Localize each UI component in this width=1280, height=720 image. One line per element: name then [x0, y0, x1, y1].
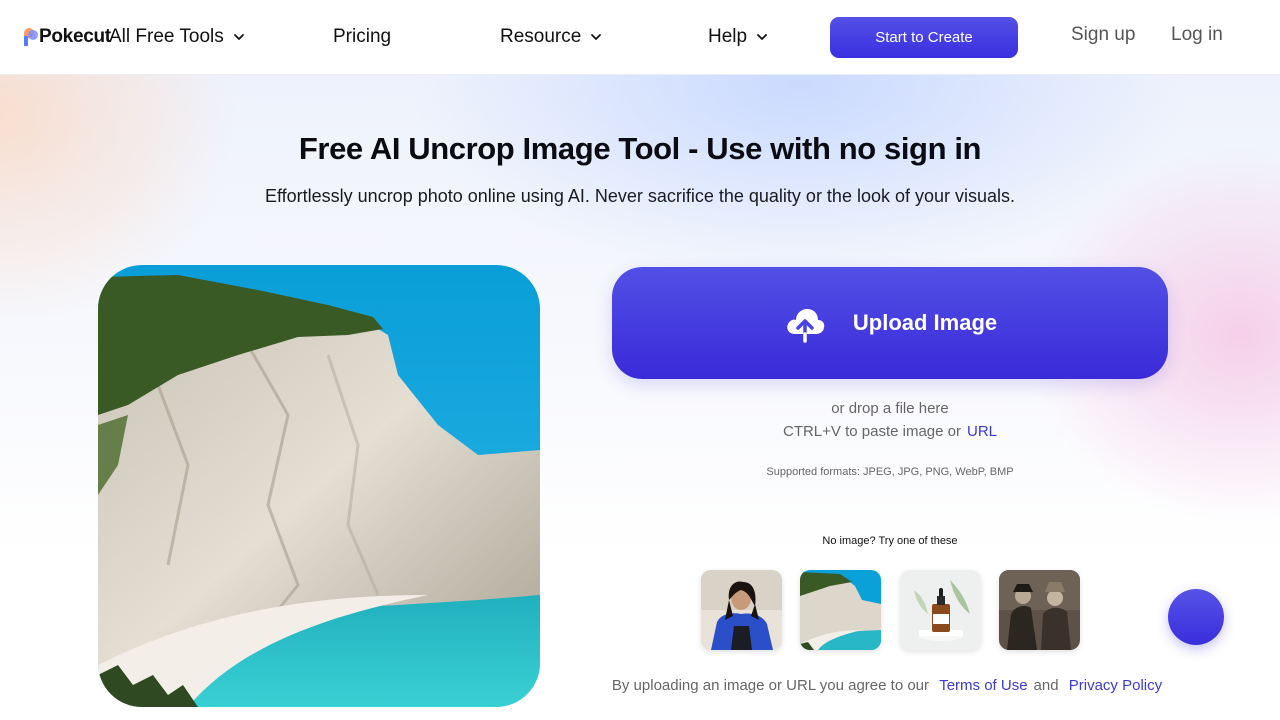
logo-mark-icon: [24, 28, 38, 46]
chevron-down-icon: [591, 34, 602, 40]
paste-hint-text: CTRL+V to paste image or: [782, 423, 961, 440]
cloud-upload-icon: [787, 309, 825, 343]
terms-prefix: By uploading an image or URL you agree t…: [611, 677, 930, 694]
logo-text: Pokecut: [39, 26, 111, 47]
paste-hint: CTRL+V to paste image or URL: [612, 423, 1168, 440]
nav-resource[interactable]: Resource: [500, 24, 603, 50]
page-subtitle: Effortlessly uncrop photo online using A…: [264, 186, 1016, 206]
page-title: Free AI Uncrop Image Tool - Use with no …: [298, 131, 982, 166]
upload-image-button[interactable]: Upload Image: [612, 267, 1168, 379]
nav-all-free-tools-label: All Free Tools: [109, 26, 224, 47]
sample-image-woman[interactable]: [701, 570, 782, 650]
log-in-link[interactable]: Log in: [1171, 24, 1223, 46]
terms-notice: By uploading an image or URL you agree t…: [600, 677, 1180, 694]
top-navbar: Pokecut All Free Tools Pricing Resource …: [0, 0, 1280, 75]
chevron-down-icon: [233, 34, 244, 40]
start-to-create-button[interactable]: Start to Create: [830, 17, 1018, 58]
example-beach-cliff-image: [98, 265, 540, 707]
nav-help[interactable]: Help: [708, 24, 769, 50]
try-samples-text: No image? Try one of these: [822, 535, 958, 547]
nav-pricing-label: Pricing: [333, 26, 392, 47]
sample-image-product-bottle[interactable]: [900, 570, 981, 650]
sign-up-link[interactable]: Sign up: [1071, 24, 1135, 46]
supported-formats-text: Supported formats: JPEG, JPG, PNG, WebP,…: [766, 466, 1014, 478]
upload-image-label: Upload Image: [852, 310, 998, 335]
privacy-policy-link[interactable]: Privacy Policy: [1069, 677, 1162, 694]
nav-help-label: Help: [708, 26, 748, 47]
chevron-down-icon: [757, 34, 767, 40]
sample-image-vintage-photo[interactable]: [999, 570, 1080, 650]
terms-of-use-link[interactable]: Terms of Use: [939, 677, 1027, 694]
terms-and: and: [1033, 677, 1059, 694]
nav-resource-label: Resource: [500, 26, 582, 47]
sample-image-beach[interactable]: [800, 570, 881, 650]
url-link[interactable]: URL: [967, 423, 997, 440]
pokecut-logo[interactable]: Pokecut: [24, 26, 111, 48]
drop-file-hint: or drop a file here: [831, 400, 949, 417]
nav-pricing[interactable]: Pricing: [333, 24, 391, 50]
nav-all-free-tools[interactable]: All Free Tools: [109, 24, 246, 50]
chat-support-button[interactable]: [1168, 589, 1224, 645]
